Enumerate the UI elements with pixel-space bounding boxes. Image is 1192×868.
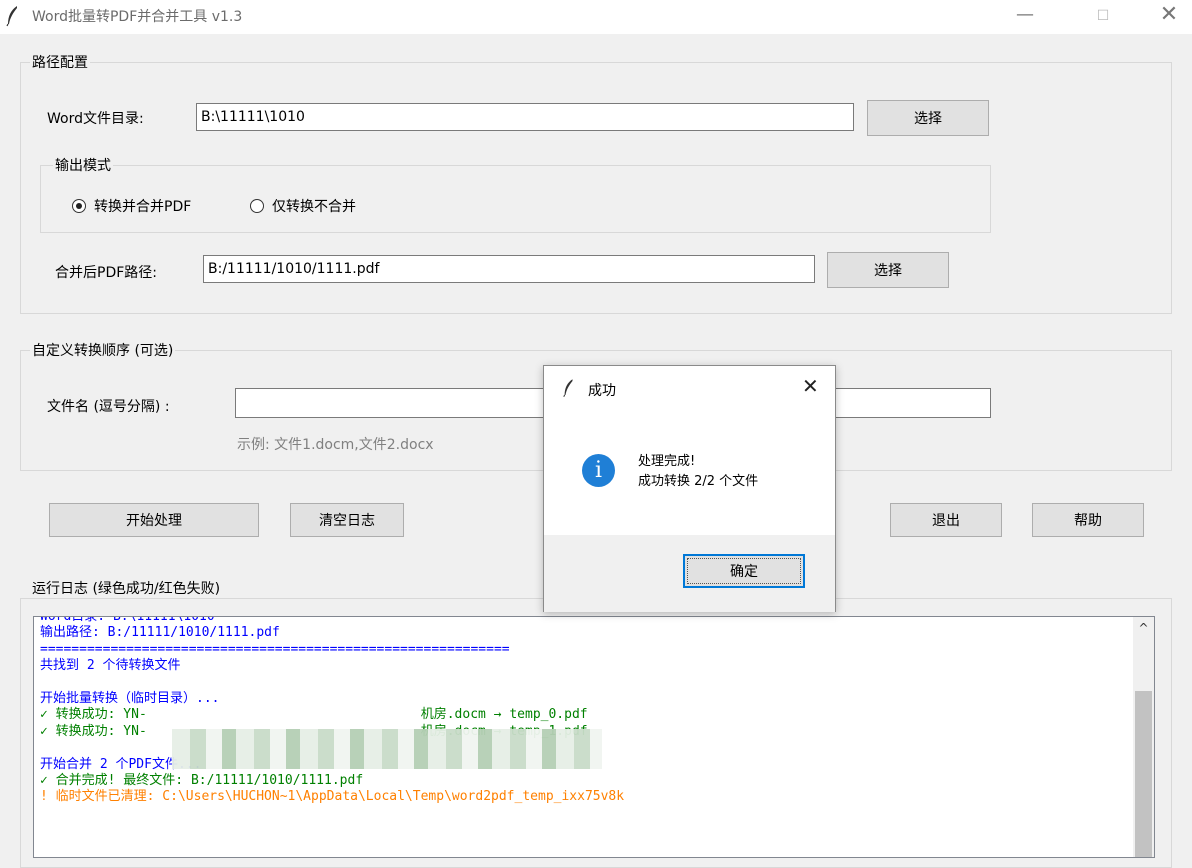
window-title: Word批量转PDF并合并工具 v1.3	[32, 9, 243, 25]
filenames-example: 示例: 文件1.docm,文件2.docx	[237, 437, 434, 453]
clear-log-button[interactable]: 清空日志	[290, 503, 404, 537]
success-dialog: 成功 ✕ i 处理完成! 成功转换 2/2 个文件 确定	[543, 365, 836, 612]
log-line: ✓ 合并完成! 最终文件: B:/11111/1010/1111.pdf	[40, 773, 364, 789]
path-config-title: 路径配置	[30, 52, 90, 72]
radio-dot-unselected	[250, 199, 264, 213]
redacted-region	[172, 729, 602, 769]
ok-button[interactable]: 确定	[683, 554, 805, 588]
dialog-footer: 确定	[544, 535, 835, 612]
scroll-up-arrow-icon[interactable]: ^	[1133, 621, 1154, 639]
feather-icon	[6, 6, 17, 27]
start-button[interactable]: 开始处理	[49, 503, 259, 537]
info-icon: i	[582, 454, 615, 487]
dialog-message-line2: 成功转换 2/2 个文件	[638, 474, 759, 489]
feather-icon	[563, 379, 573, 397]
radio-convert-only[interactable]: 仅转换不合并	[250, 196, 356, 216]
dialog-message: 处理完成! 成功转换 2/2 个文件	[638, 452, 758, 492]
title-bar: Word批量转PDF并合并工具 v1.3 — ☐ ✕	[0, 0, 1192, 34]
log-scrollbar[interactable]: ^	[1133, 617, 1154, 857]
log-lines: Word目录: B:\11111\1010 输出路径: B:/11111/1010…	[40, 616, 1130, 806]
exit-button[interactable]: 退出	[890, 503, 1002, 537]
log-title: 运行日志 (绿色成功/红色失败)	[30, 578, 223, 598]
log-line: 输出路径: B:/11111/1010/1111.pdf	[40, 625, 280, 641]
merged-pdf-label: 合并后PDF路径:	[55, 265, 157, 281]
help-button[interactable]: 帮助	[1032, 503, 1144, 537]
radio-convert-only-label: 仅转换不合并	[272, 199, 356, 215]
select-merged-pdf-button[interactable]: 选择	[827, 252, 949, 288]
filenames-label: 文件名 (逗号分隔) :	[47, 399, 170, 415]
dialog-close-button[interactable]: ✕	[802, 374, 819, 398]
log-textbox[interactable]: Word目录: B:\11111\1010 输出路径: B:/11111/1010…	[33, 616, 1155, 858]
dialog-message-line1: 处理完成!	[638, 454, 696, 469]
word-dir-input[interactable]	[196, 103, 854, 131]
log-line: ========================================…	[40, 641, 510, 657]
close-button[interactable]: ✕	[1146, 0, 1192, 34]
output-mode-title: 输出模式	[53, 155, 113, 175]
radio-convert-merge-label: 转换并合并PDF	[94, 199, 192, 215]
dialog-title: 成功	[588, 383, 616, 399]
radio-convert-merge[interactable]: 转换并合并PDF	[72, 196, 191, 216]
log-line: ! 临时文件已清理: C:\Users\HUCHON~1\AppData\Loc…	[40, 789, 625, 805]
log-line: Word目录: B:\11111\1010	[40, 616, 215, 624]
log-line: ✓ 转换成功: YN- 机房.docm → temp_0.pdf	[40, 707, 588, 723]
log-line: 开始批量转换（临时目录）...	[40, 691, 220, 707]
maximize-button[interactable]: ☐	[1080, 0, 1126, 34]
radio-dot-selected	[72, 199, 86, 213]
word-dir-label: Word文件目录:	[47, 111, 144, 127]
select-word-dir-button[interactable]: 选择	[867, 100, 989, 136]
merged-pdf-input[interactable]	[203, 255, 815, 283]
custom-order-title: 自定义转换顺序 (可选)	[30, 340, 176, 360]
log-line: 共找到 2 个待转换文件	[40, 658, 181, 674]
scroll-thumb[interactable]	[1135, 691, 1152, 857]
minimize-button[interactable]: —	[1002, 0, 1048, 34]
